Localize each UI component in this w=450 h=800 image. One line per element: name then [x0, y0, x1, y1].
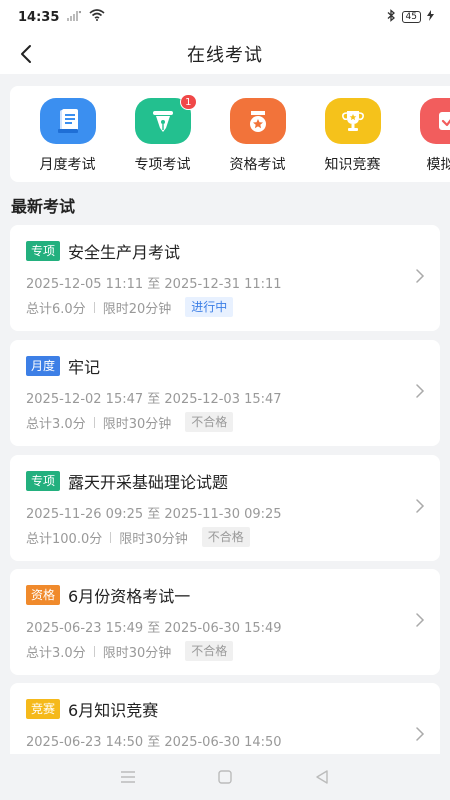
exam-title: 6月知识竞赛 [68, 701, 159, 720]
meta-divider [93, 645, 95, 657]
exam-status-badge: 进行中 [185, 297, 234, 317]
back-arrow-icon [21, 45, 31, 63]
exam-status-badge: 不合格 [185, 641, 234, 661]
exam-title: 6月份资格考试一 [68, 587, 191, 606]
category-icon-bg [39, 98, 96, 144]
exam-status-badge: 不合格 [185, 412, 234, 432]
meta-divider [93, 416, 95, 428]
exam-total-score: 总计100.0分 [26, 531, 103, 547]
status-time: 14:35 [18, 9, 60, 25]
exam-card[interactable]: 专项 露天开采基础理论试题 2025-11-26 09:25 至 2025-11… [10, 455, 440, 561]
exam-title: 露天开采基础理论试题 [68, 473, 229, 492]
category-label: 模拟考 [426, 157, 450, 173]
category-icon-bg [324, 98, 381, 144]
exam-time-limit: 限时30分钟 [102, 645, 172, 661]
exam-meta: 总计3.0分 限时30分钟 不合格 [26, 641, 234, 661]
exam-tag: 专项 [26, 471, 61, 491]
document-icon [57, 109, 78, 133]
exam-tag: 月度 [26, 356, 61, 376]
bluetooth-icon [387, 9, 396, 25]
exam-tag: 资格 [26, 585, 61, 605]
category-label: 资格考试 [229, 157, 286, 173]
menu-button[interactable] [113, 762, 143, 792]
checkbox-icon [438, 112, 450, 130]
exam-tag: 竞赛 [26, 699, 61, 719]
chevron-right-icon [416, 499, 425, 513]
exam-category-list: 月度考试 1 专项考试 资格考试 知识竞赛 模拟 [20, 94, 450, 174]
exam-time-range: 2025-06-23 14:50 至 2025-06-30 14:50 [26, 735, 282, 750]
exam-total-score: 总计3.0分 [26, 416, 86, 432]
exam-time-range: 2025-11-26 09:25 至 2025-11-30 09:25 [26, 507, 282, 522]
back-triangle-icon [315, 770, 328, 784]
exam-total-score: 总计6.0分 [26, 301, 86, 317]
trophy-icon [341, 111, 364, 131]
system-nav-bar [0, 754, 450, 800]
exam-category-card: 月度考试 1 专项考试 资格考试 知识竞赛 模拟 [10, 86, 450, 182]
nav-bar: 在线考试 [0, 34, 450, 74]
pen-nib-icon [152, 111, 173, 132]
exam-head: 月度 牢记 [26, 354, 100, 378]
category-mock-exam[interactable]: 模拟考 [400, 98, 450, 174]
exam-title: 安全生产月考试 [68, 243, 181, 262]
exam-tag: 专项 [26, 241, 61, 261]
category-label: 月度考试 [39, 157, 96, 173]
exam-total-score: 总计3.0分 [26, 645, 86, 661]
charging-icon [427, 10, 434, 24]
exam-meta: 总计100.0分 限时30分钟 不合格 [26, 527, 250, 547]
exam-meta: 总计6.0分 限时20分钟 进行中 [26, 297, 234, 317]
home-button[interactable] [210, 762, 240, 792]
section-title: 最新考试 [11, 197, 76, 216]
exam-card[interactable]: 资格 6月份资格考试一 2025-06-23 15:49 至 2025-06-3… [10, 569, 440, 675]
category-icon-bg [229, 98, 286, 144]
home-square-icon [218, 770, 232, 784]
exam-time-range: 2025-06-23 15:49 至 2025-06-30 15:49 [26, 621, 282, 636]
exam-time-limit: 限时30分钟 [102, 416, 172, 432]
exam-head: 专项 安全生产月考试 [26, 239, 180, 263]
page-title: 在线考试 [187, 45, 263, 66]
category-monthly-exam[interactable]: 月度考试 [20, 98, 115, 174]
wifi-icon [89, 9, 105, 25]
category-special-exam[interactable]: 1 专项考试 [115, 94, 210, 174]
category-icon-bg [419, 98, 450, 144]
menu-icon [121, 771, 136, 783]
meta-divider [93, 301, 95, 313]
chevron-right-icon [416, 384, 425, 398]
chevron-right-icon [416, 613, 425, 627]
exam-time-range: 2025-12-05 11:11 至 2025-12-31 11:11 [26, 277, 282, 292]
status-bar: 14:35 45 [0, 0, 450, 34]
system-back-button[interactable] [307, 762, 337, 792]
chevron-right-icon [416, 727, 425, 741]
exam-status-badge: 不合格 [201, 527, 250, 547]
exam-head: 资格 6月份资格考试一 [26, 583, 190, 607]
medal-star-icon [249, 111, 266, 132]
status-left: 14:35 [18, 9, 105, 25]
exam-time-limit: 限时30分钟 [119, 531, 188, 547]
signal-icon [67, 10, 82, 25]
meta-divider [110, 531, 112, 543]
category-label: 专项考试 [134, 157, 191, 173]
status-right: 45 [387, 9, 434, 25]
exam-head: 专项 露天开采基础理论试题 [26, 469, 228, 493]
exam-meta: 总计3.0分 限时30分钟 不合格 [26, 412, 234, 432]
category-knowledge-contest[interactable]: 知识竞赛 [305, 98, 400, 174]
exam-head: 竞赛 6月知识竞赛 [26, 697, 158, 721]
exam-time-range: 2025-12-02 15:47 至 2025-12-03 15:47 [26, 392, 282, 407]
notification-badge: 1 [180, 94, 197, 110]
category-qualification-exam[interactable]: 资格考试 [210, 98, 305, 174]
category-icon-bg: 1 [134, 94, 197, 144]
exam-card[interactable]: 月度 牢记 2025-12-02 15:47 至 2025-12-03 15:4… [10, 340, 440, 446]
battery-indicator: 45 [401, 11, 421, 23]
exam-card[interactable]: 专项 安全生产月考试 2025-12-05 11:11 至 2025-12-31… [10, 225, 440, 331]
exam-title: 牢记 [68, 358, 101, 377]
category-label: 知识竞赛 [324, 157, 381, 173]
exam-time-limit: 限时20分钟 [102, 301, 172, 317]
chevron-right-icon [416, 269, 425, 283]
back-button[interactable] [12, 40, 40, 68]
